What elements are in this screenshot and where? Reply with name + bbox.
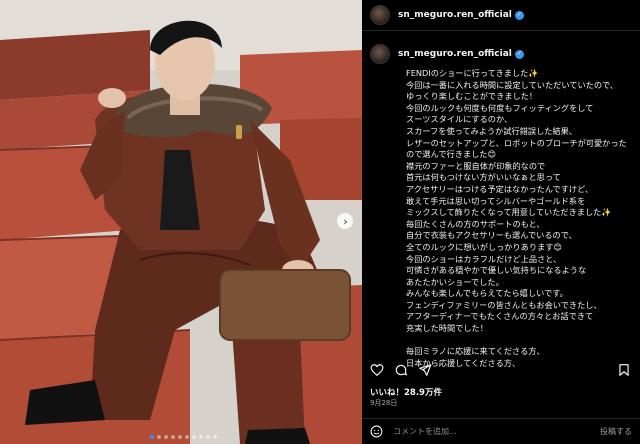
verified-icon: ✓	[514, 49, 524, 59]
caption-block: sn_meguro.ren_official ✓ FENDIのショーに行ってきま…	[362, 44, 640, 369]
likes-count[interactable]: いいね！28.9万件	[370, 386, 442, 398]
post-header: sn_meguro.ren_official ✓	[362, 0, 640, 31]
photo-illustration	[0, 0, 362, 444]
carousel-dot	[185, 435, 189, 439]
post-photo[interactable]: ›	[0, 0, 362, 444]
action-bar	[362, 360, 640, 380]
carousel-dot	[206, 435, 210, 439]
post-detail-panel: sn_meguro.ren_official ✓ sn_meguro.ren_o…	[362, 0, 640, 444]
comment-input[interactable]	[393, 427, 573, 436]
header-username[interactable]: sn_meguro.ren_official	[398, 10, 512, 20]
chevron-right-icon: ›	[343, 214, 348, 228]
heart-icon[interactable]	[370, 363, 384, 377]
bookmark-icon[interactable]	[617, 363, 631, 377]
carousel-dots	[150, 435, 217, 439]
carousel-next-button[interactable]: ›	[337, 213, 353, 229]
carousel-dot	[213, 435, 217, 439]
carousel-dot	[199, 435, 203, 439]
carousel-dot	[164, 435, 168, 439]
caption-head: sn_meguro.ren_official ✓	[370, 44, 640, 64]
emoji-icon[interactable]	[370, 425, 383, 438]
share-icon[interactable]	[418, 363, 432, 377]
caption-text: FENDIのショーに行ってきました✨ 今回は一番に入れる時間に設定していただいて…	[406, 68, 627, 368]
carousel-dot	[150, 435, 154, 439]
avatar[interactable]	[370, 5, 390, 25]
caption-avatar[interactable]	[370, 44, 390, 64]
comment-bar: 投稿する	[362, 418, 640, 444]
post-comment-button[interactable]: 投稿する	[600, 426, 632, 437]
carousel-dot	[157, 435, 161, 439]
post-date[interactable]: 9月28日	[370, 398, 397, 408]
carousel-dot	[192, 435, 196, 439]
comment-icon[interactable]	[394, 363, 408, 377]
carousel-dot	[178, 435, 182, 439]
verified-icon: ✓	[514, 10, 524, 20]
caption-username[interactable]: sn_meguro.ren_official	[398, 49, 512, 59]
carousel-dot	[171, 435, 175, 439]
